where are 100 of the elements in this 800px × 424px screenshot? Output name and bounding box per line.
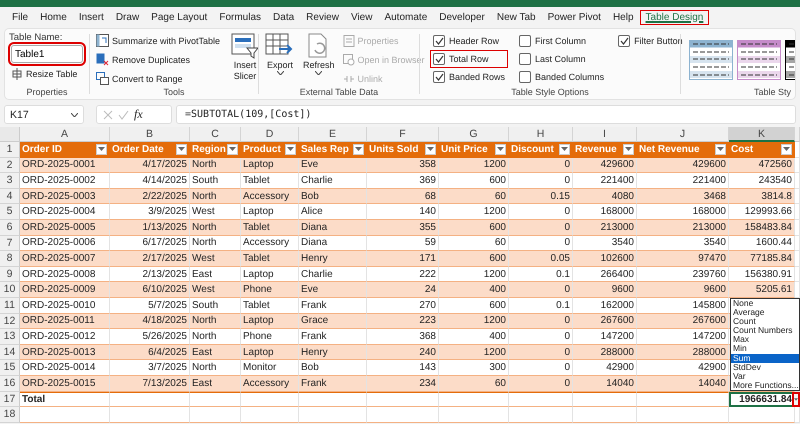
resize-table-button[interactable]: Resize Table [9, 65, 85, 82]
menu-item[interactable]: StdDev [731, 362, 799, 372]
row-number[interactable]: 13 [0, 329, 20, 345]
row-number[interactable]: 14 [0, 344, 20, 360]
filter-button[interactable] [781, 144, 792, 155]
insert-slicer-button[interactable]: Insert Slicer [226, 32, 264, 87]
option-checkbox[interactable]: First Column [516, 32, 608, 50]
filter-button[interactable] [353, 144, 364, 155]
filter-button[interactable] [623, 144, 634, 155]
ribbon-tab[interactable]: Page Layout [145, 10, 214, 24]
filter-button[interactable] [227, 144, 238, 155]
column-header[interactable]: H [509, 127, 573, 142]
table-style-thumbnail[interactable] [737, 40, 781, 80]
ribbon-tab[interactable]: Power Pivot [542, 10, 607, 24]
menu-item[interactable]: More Functions... [731, 380, 799, 390]
ribbon-tab[interactable]: Draw [110, 10, 146, 24]
tool-button[interactable]: Summarize with PivotTable [94, 32, 222, 49]
checkbox[interactable] [519, 71, 532, 83]
column-header[interactable]: D [241, 127, 299, 142]
ribbon-tab[interactable]: Developer [433, 10, 491, 24]
formula-field[interactable]: =SUBTOTAL(109,[Cost]) [176, 105, 796, 124]
checkbox[interactable] [519, 53, 532, 65]
filter-button[interactable] [559, 144, 570, 155]
menu-item[interactable]: Max [731, 335, 799, 344]
insert-function-button[interactable]: fx [134, 107, 143, 122]
row-number[interactable]: 2 [0, 158, 20, 174]
option-checkbox[interactable]: Banded Columns [516, 68, 608, 86]
name-box[interactable]: K17 [4, 105, 84, 124]
menu-item[interactable]: None [731, 299, 799, 308]
row-number[interactable]: 10 [0, 282, 20, 298]
ribbon-large-button[interactable]: Refresh [301, 32, 337, 87]
menu-item[interactable]: Count [731, 317, 799, 326]
row-number[interactable]: 18 [0, 407, 20, 423]
total-value[interactable]: 1966631.84 [729, 392, 795, 408]
menu-item[interactable]: Var [731, 372, 799, 381]
check-icon[interactable] [118, 110, 129, 120]
filter-button[interactable] [425, 144, 436, 155]
tool-button[interactable]: Convert to Range [94, 70, 222, 87]
ribbon-tab[interactable]: Insert [72, 10, 110, 24]
ribbon-tab[interactable]: Table Design [640, 10, 710, 24]
checkbox[interactable] [618, 35, 630, 47]
ribbon-tab[interactable]: Help [606, 10, 640, 24]
row-number[interactable]: 7 [0, 236, 20, 252]
menu-item[interactable]: Count Numbers [731, 326, 799, 336]
column-header[interactable]: C [190, 127, 241, 142]
checkbox[interactable] [433, 35, 445, 47]
filter-button[interactable] [96, 144, 107, 155]
row-number[interactable]: 16 [0, 376, 20, 392]
column-header[interactable]: B [110, 127, 190, 142]
column-header[interactable]: F [367, 127, 439, 142]
table-cell: 158483.84 [729, 220, 795, 236]
checkbox[interactable] [519, 35, 532, 47]
column-header[interactable]: K [729, 127, 795, 142]
menu-item[interactable]: Min [731, 344, 799, 354]
ribbon-large-button[interactable]: Export [263, 32, 297, 87]
empty-cell [509, 407, 573, 423]
column-header[interactable]: J [637, 127, 729, 142]
row-number[interactable]: 9 [0, 266, 20, 282]
ribbon-tab[interactable]: Automate [378, 10, 434, 24]
row-number[interactable]: 8 [0, 251, 20, 267]
row-number[interactable]: 1 [0, 142, 20, 158]
row-number[interactable]: 3 [0, 173, 20, 189]
filter-button[interactable] [176, 144, 187, 155]
menu-item[interactable]: Sum [731, 354, 799, 363]
slicer-icon [231, 33, 260, 59]
table-name-field[interactable]: Table1 [11, 45, 83, 63]
ribbon-tab[interactable]: Review [300, 10, 345, 24]
ribbon-tab[interactable]: Data [267, 10, 300, 24]
row-number[interactable]: 15 [0, 360, 20, 376]
column-header[interactable]: I [573, 127, 637, 142]
ribbon-tab[interactable]: View [344, 10, 378, 24]
tool-button[interactable]: Remove Duplicates [94, 51, 222, 68]
menu-item[interactable]: Average [731, 308, 799, 318]
table-cell: 0 [509, 282, 573, 298]
row-number[interactable]: 6 [0, 220, 20, 236]
filter-button[interactable] [715, 144, 726, 155]
ribbon-tab[interactable]: New Tab [490, 10, 542, 24]
option-checkbox[interactable]: Last Column [516, 50, 608, 68]
ribbon-tab[interactable]: Formulas [213, 10, 268, 24]
checkbox[interactable] [433, 53, 445, 65]
checkbox[interactable] [433, 71, 445, 83]
row-number[interactable]: 5 [0, 204, 20, 220]
row-number[interactable]: 4 [0, 188, 20, 204]
table-style-thumbnail[interactable] [689, 40, 733, 80]
column-header[interactable]: A [20, 127, 110, 142]
table-cell: 1200 [439, 344, 509, 360]
option-checkbox[interactable]: Banded Rows [430, 68, 508, 86]
option-checkbox[interactable]: Filter Button [615, 32, 686, 50]
option-checkbox[interactable]: Total Row [430, 50, 508, 68]
filter-button[interactable] [495, 144, 506, 155]
ribbon-tab[interactable]: File [6, 10, 34, 24]
row-number[interactable]: 17 [0, 392, 20, 408]
ribbon-tab[interactable]: Home [34, 10, 73, 24]
option-checkbox[interactable]: Header Row [430, 32, 508, 50]
total-dropdown-button[interactable] [792, 392, 800, 407]
column-header[interactable]: G [439, 127, 509, 142]
row-number[interactable]: 12 [0, 314, 20, 330]
row-number[interactable]: 11 [0, 298, 20, 314]
filter-button[interactable] [285, 144, 296, 155]
column-header[interactable]: E [299, 127, 367, 142]
